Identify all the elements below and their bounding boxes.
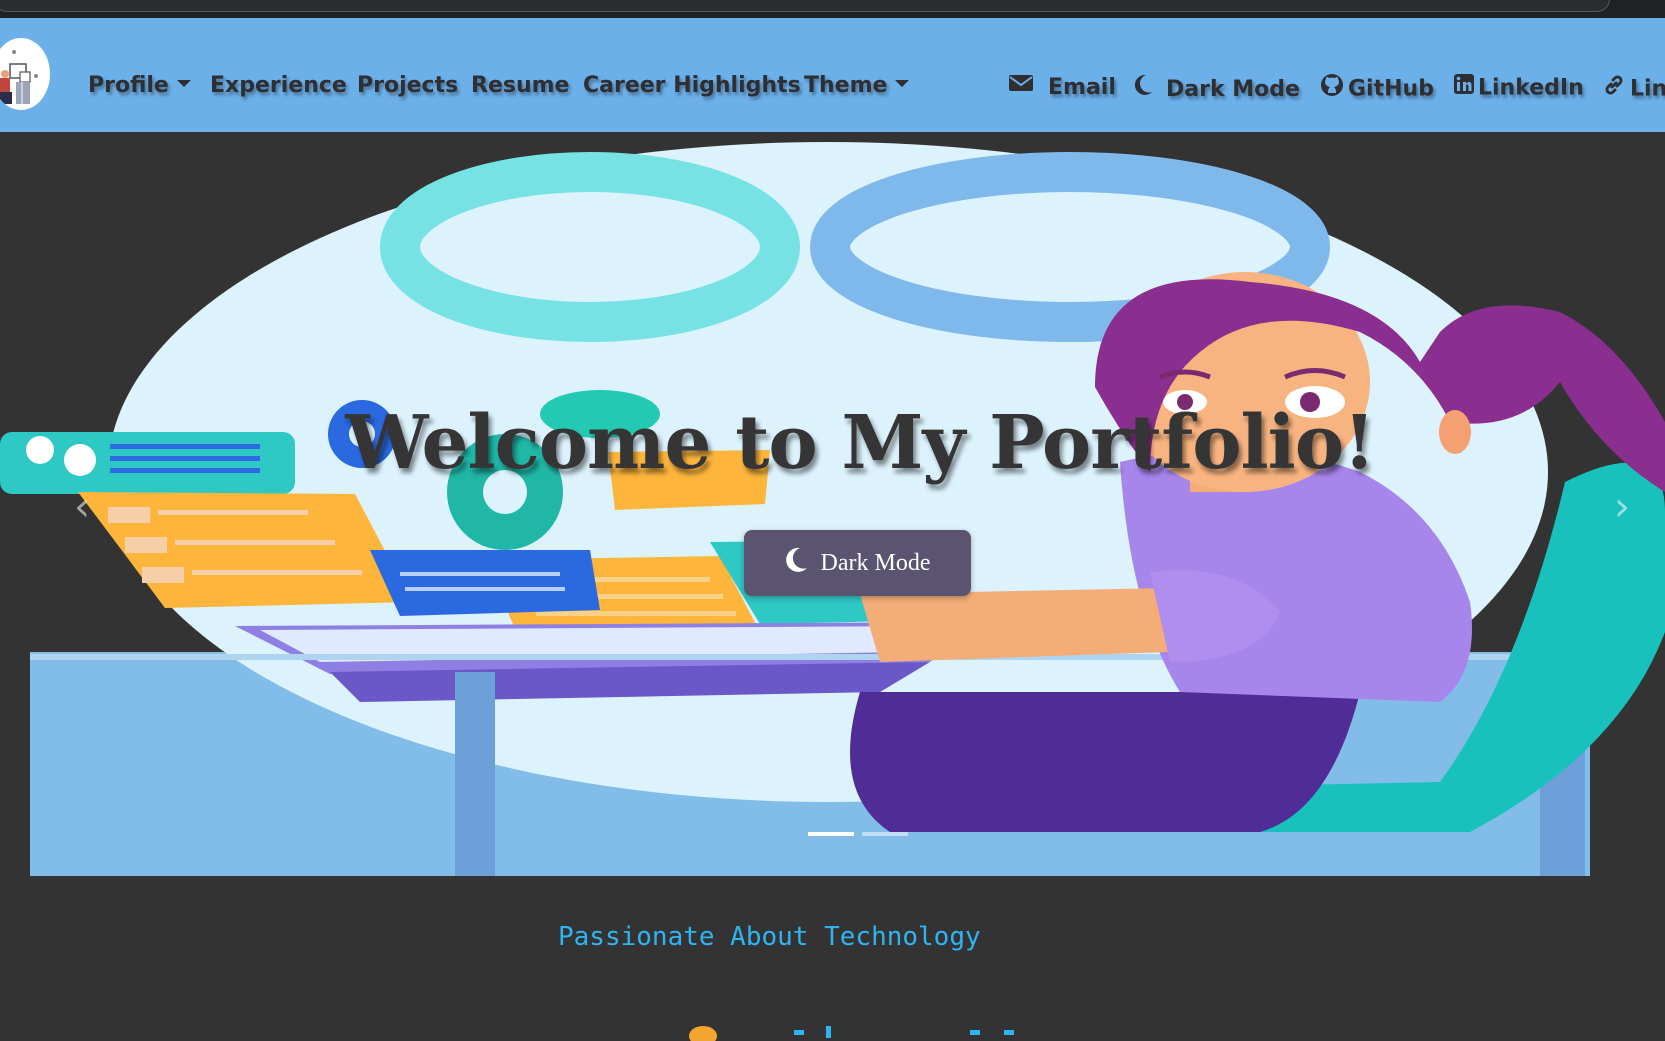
nav-resume-label: Resume — [471, 73, 570, 98]
nav-linkedin[interactable]: LinkedIn — [1453, 73, 1584, 102]
hero-carousel: ‹ › Welcome to My Portfolio! Dark Mode — [0, 132, 1665, 876]
bottom-partial-content — [689, 1026, 1014, 1041]
hero-dark-mode-label: Dark Mode — [820, 549, 931, 576]
carousel-indicator-1[interactable] — [808, 832, 854, 836]
carousel-prev-icon[interactable]: ‹ — [74, 484, 90, 530]
nav-github-label: GitHub — [1348, 76, 1434, 102]
nav-theme-label: Theme — [804, 73, 888, 98]
link-icon — [1602, 73, 1626, 102]
browser-address-strip — [0, 0, 1665, 18]
tagline: Passionate About Technology — [558, 922, 981, 952]
nav-projects-label: Projects — [357, 73, 459, 98]
address-bar[interactable] — [0, 0, 1610, 12]
linkedin-icon — [1453, 73, 1475, 100]
nav-resume[interactable]: Resume — [471, 75, 569, 97]
hero-title: Welcome to My Portfolio! — [345, 400, 1375, 486]
caret-down-icon — [895, 79, 910, 87]
nav-github[interactable]: GitHub — [1320, 73, 1434, 104]
nav-profile-dropdown[interactable]: Profile — [88, 75, 191, 97]
logo[interactable] — [0, 38, 50, 110]
nav-dark-mode-label: Dark Mode — [1166, 76, 1300, 102]
navbar: Profile Experience Projects Resume Caree… — [0, 18, 1665, 132]
envelope-icon — [1008, 73, 1034, 98]
carousel-next-icon[interactable]: › — [1614, 484, 1630, 530]
github-icon — [1320, 73, 1344, 102]
nav-link-label: Lin — [1630, 76, 1665, 102]
nav-link[interactable]: Lin — [1602, 75, 1665, 104]
hero-illustration — [0, 142, 1665, 876]
caret-down-icon — [176, 79, 191, 87]
hero-dark-mode-button[interactable]: Dark Mode — [744, 530, 971, 596]
moon-icon — [1132, 73, 1154, 102]
carousel-indicator-2[interactable] — [862, 832, 908, 836]
nav-experience[interactable]: Experience — [210, 75, 347, 97]
nav-experience-label: Experience — [210, 73, 347, 98]
nav-email-label: Email — [1048, 74, 1116, 100]
nav-theme-dropdown[interactable]: Theme — [804, 73, 910, 98]
nav-profile-label: Profile — [88, 73, 169, 98]
nav-projects[interactable]: Projects — [357, 75, 458, 97]
moon-icon — [785, 546, 809, 581]
nav-linkedin-label: LinkedIn — [1478, 75, 1584, 101]
nav-dark-mode[interactable]: Dark Mode — [1132, 73, 1300, 104]
nav-career-highlights[interactable]: Career Highlights — [583, 75, 801, 97]
nav-career-highlights-label: Career Highlights — [583, 73, 801, 98]
nav-email[interactable]: Email — [1008, 75, 1116, 100]
